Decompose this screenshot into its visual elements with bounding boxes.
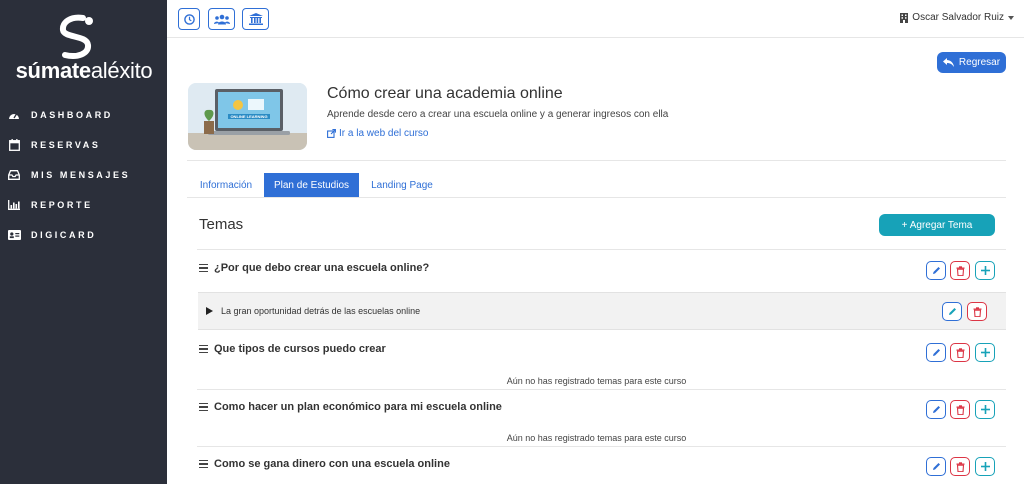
topic-row[interactable]: ¿Por que debo crear una escuela online? bbox=[199, 262, 429, 274]
pencil-icon bbox=[932, 463, 940, 470]
brand-name-bold: súmate bbox=[15, 58, 92, 83]
topic-row[interactable]: Como se gana dinero con una escuela onli… bbox=[199, 458, 450, 470]
sidebar-item-label: DASHBOARD bbox=[31, 110, 113, 120]
course-thumbnail: ONLINE LEARNING bbox=[188, 83, 307, 150]
chevron-down-icon bbox=[1008, 15, 1014, 20]
users-button[interactable] bbox=[208, 8, 235, 30]
users-icon bbox=[213, 14, 230, 24]
drag-handle-icon[interactable] bbox=[199, 263, 208, 273]
delete-topic-button[interactable] bbox=[950, 261, 970, 280]
topic-title: Como hacer un plan económico para mi esc… bbox=[214, 401, 502, 413]
back-button[interactable]: Regresar bbox=[937, 52, 1006, 73]
brand-logo-icon bbox=[59, 14, 93, 59]
edit-topic-button[interactable] bbox=[926, 457, 946, 476]
course-thumbnail-text: ONLINE LEARNING bbox=[230, 114, 267, 119]
bar-chart-icon bbox=[7, 198, 21, 212]
lesson-title: La gran oportunidad detrás de las escuel… bbox=[221, 306, 421, 316]
user-menu[interactable]: Oscar Salvador Ruiz bbox=[900, 12, 1014, 23]
plus-icon bbox=[980, 348, 990, 357]
topic-title: Que tipos de cursos puedo crear bbox=[214, 343, 386, 355]
inbox-icon bbox=[7, 168, 21, 182]
topic-title: Como se gana dinero con una escuela onli… bbox=[214, 458, 450, 470]
course-title: Cómo crear una academia online bbox=[327, 85, 563, 102]
tab-informacion[interactable]: Información bbox=[190, 173, 262, 197]
tab-landing-page[interactable]: Landing Page bbox=[362, 173, 442, 197]
institution-button[interactable] bbox=[242, 8, 269, 30]
calendar-icon bbox=[7, 138, 21, 152]
external-link-icon bbox=[327, 129, 336, 138]
tab-plan-de-estudios[interactable]: Plan de Estudios bbox=[264, 173, 359, 197]
drag-handle-icon[interactable] bbox=[199, 344, 208, 354]
divider bbox=[197, 446, 1006, 447]
sidebar-item-label: RESERVAS bbox=[31, 140, 101, 150]
plus-icon bbox=[980, 405, 990, 414]
drag-handle-icon[interactable] bbox=[199, 459, 208, 469]
reply-arrow-icon bbox=[942, 58, 954, 67]
add-lesson-button[interactable] bbox=[975, 457, 995, 476]
pencil-icon bbox=[932, 349, 940, 356]
sidebar-nav: DASHBOARD RESERVAS MIS MENSAJES REPORTE … bbox=[0, 100, 167, 250]
delete-topic-button[interactable] bbox=[950, 457, 970, 476]
building-icon bbox=[900, 12, 909, 23]
empty-message: Aún no has registrado temas para este cu… bbox=[506, 433, 687, 443]
trash-icon bbox=[956, 347, 964, 358]
section-title: Temas bbox=[199, 216, 244, 233]
divider bbox=[197, 389, 1006, 390]
course-link-label: Ir a la web del curso bbox=[339, 128, 429, 139]
tabs-divider bbox=[187, 197, 1006, 198]
empty-message: Aún no has registrado temas para este cu… bbox=[506, 376, 687, 386]
divider bbox=[187, 160, 1006, 161]
sidebar: súmatealéxito DASHBOARD RESERVAS MIS MEN… bbox=[0, 0, 167, 484]
user-name: Oscar Salvador Ruiz bbox=[912, 12, 1004, 23]
edit-topic-button[interactable] bbox=[926, 261, 946, 280]
sidebar-item-reporte[interactable]: REPORTE bbox=[0, 190, 167, 220]
sidebar-item-label: DIGICARD bbox=[31, 230, 97, 240]
sidebar-item-digicard[interactable]: DIGICARD bbox=[0, 220, 167, 250]
pencil-icon bbox=[932, 267, 940, 274]
delete-topic-button[interactable] bbox=[950, 400, 970, 419]
edit-topic-button[interactable] bbox=[926, 343, 946, 362]
sidebar-item-reservas[interactable]: RESERVAS bbox=[0, 130, 167, 160]
course-subtitle: Aprende desde cero a crear una escuela o… bbox=[327, 109, 669, 120]
sidebar-item-mis-mensajes[interactable]: MIS MENSAJES bbox=[0, 160, 167, 190]
back-button-label: Regresar bbox=[958, 57, 1001, 68]
id-card-icon bbox=[7, 228, 21, 242]
add-lesson-button[interactable] bbox=[975, 261, 995, 280]
lesson-row[interactable]: La gran oportunidad detrás de las escuel… bbox=[198, 292, 1006, 330]
dashboard-gauge-icon bbox=[7, 108, 21, 122]
pencil-icon bbox=[948, 308, 956, 315]
add-lesson-button[interactable] bbox=[975, 400, 995, 419]
play-icon[interactable] bbox=[206, 307, 213, 315]
divider bbox=[197, 249, 1006, 250]
drag-handle-icon[interactable] bbox=[199, 402, 208, 412]
brand-name[interactable]: súmatealéxito bbox=[4, 58, 164, 84]
institution-icon bbox=[248, 13, 263, 25]
laptop-illustration: ONLINE LEARNING bbox=[188, 83, 307, 150]
add-lesson-button[interactable] bbox=[975, 343, 995, 362]
topic-row[interactable]: Que tipos de cursos puedo crear bbox=[199, 343, 386, 355]
pencil-icon bbox=[932, 406, 940, 413]
brand-name-light: aléxito bbox=[90, 58, 153, 83]
trash-icon bbox=[956, 265, 964, 276]
add-topic-button[interactable]: + Agregar Tema bbox=[879, 214, 995, 236]
course-website-link[interactable]: Ir a la web del curso bbox=[327, 128, 429, 139]
trash-icon bbox=[956, 404, 964, 415]
topic-title: ¿Por que debo crear una escuela online? bbox=[214, 262, 430, 274]
clock-icon bbox=[183, 13, 195, 25]
delete-lesson-button[interactable] bbox=[967, 302, 987, 321]
sidebar-item-label: REPORTE bbox=[31, 200, 93, 210]
edit-topic-button[interactable] bbox=[926, 400, 946, 419]
plus-icon bbox=[980, 462, 990, 471]
top-bar: Oscar Salvador Ruiz bbox=[167, 0, 1024, 38]
sidebar-item-dashboard[interactable]: DASHBOARD bbox=[0, 100, 167, 130]
trash-icon bbox=[956, 461, 964, 472]
topic-row[interactable]: Como hacer un plan económico para mi esc… bbox=[199, 401, 502, 413]
edit-lesson-button[interactable] bbox=[942, 302, 962, 321]
clock-button[interactable] bbox=[178, 8, 200, 30]
delete-topic-button[interactable] bbox=[950, 343, 970, 362]
trash-icon bbox=[973, 306, 981, 317]
plus-icon bbox=[980, 266, 990, 275]
sidebar-item-label: MIS MENSAJES bbox=[31, 170, 131, 180]
